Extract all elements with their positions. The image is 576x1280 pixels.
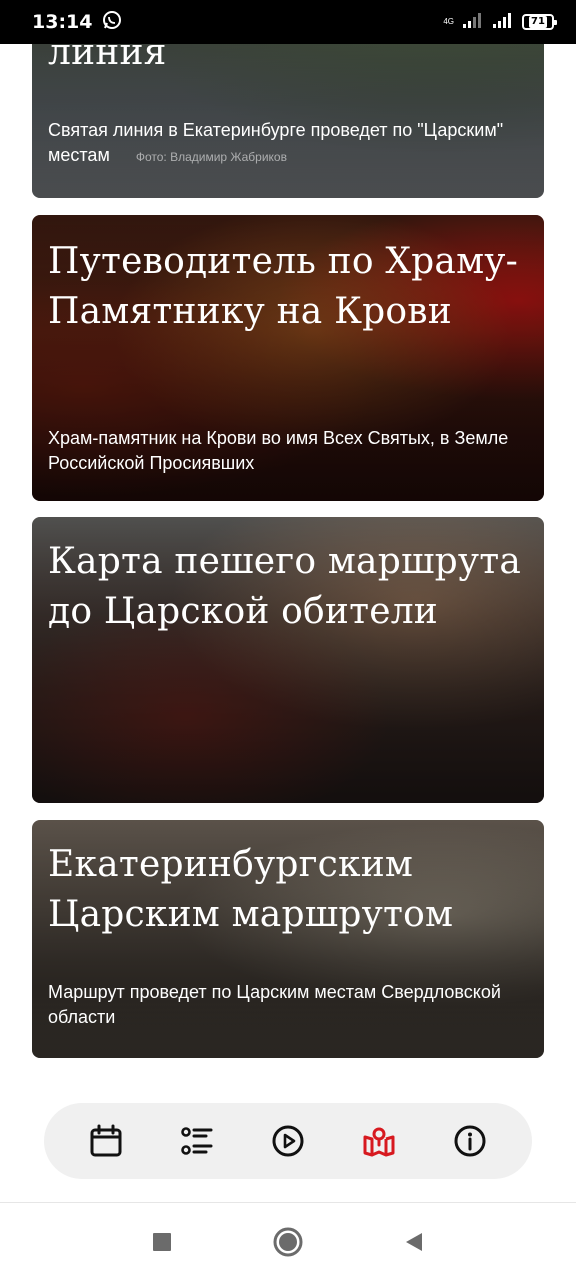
recent-apps-button[interactable] [145, 1225, 179, 1259]
recent-apps-icon [153, 1232, 171, 1251]
back-button[interactable] [397, 1225, 431, 1259]
nav-info[interactable] [442, 1113, 498, 1169]
card-subtitle: Святая линия в Екатеринбурге проведет по… [48, 118, 528, 170]
map-pin-icon [363, 1127, 395, 1157]
nav-list[interactable] [169, 1113, 225, 1169]
system-navigation-bar [0, 1202, 576, 1280]
status-bar: 13:14 4G 71 [0, 0, 576, 44]
battery-level: 71 [529, 16, 547, 28]
status-right: 4G 71 [443, 12, 557, 33]
nav-calendar[interactable] [78, 1113, 134, 1169]
signal-icon [492, 12, 514, 33]
battery-icon: 71 [522, 14, 557, 30]
calendar-icon [90, 1124, 122, 1157]
info-icon [454, 1125, 486, 1157]
status-left: 13:14 [32, 10, 122, 35]
article-card[interactable]: Карта пешего маршрута до Царской обители [32, 517, 544, 803]
home-icon [273, 1227, 303, 1256]
status-time: 13:14 [32, 11, 93, 33]
card-subtitle: Храм-памятник на Крови во имя Всех Святы… [48, 428, 509, 473]
article-card[interactable]: Екатеринбургским Царским маршрутом Маршр… [32, 820, 544, 1058]
whatsapp-icon [102, 10, 122, 35]
home-button[interactable] [271, 1225, 305, 1259]
article-card[interactable]: Путеводитель по Храму-Памятнику на Крови… [32, 215, 544, 501]
nav-video[interactable] [260, 1113, 316, 1169]
play-circle-icon [272, 1125, 304, 1157]
photo-credit: Фото: Владимир Жабриков [135, 150, 287, 164]
news-feed: линия Святая линия в Екатеринбурге прове… [0, 0, 576, 1090]
network-type: 4G [443, 17, 454, 26]
list-icon [180, 1127, 213, 1155]
card-title: Карта пешего маршрута до Царской обители [48, 541, 522, 632]
bottom-navigation [44, 1103, 532, 1179]
card-title: Екатеринбургским Царским маршрутом [48, 844, 454, 935]
nav-map[interactable] [351, 1113, 407, 1169]
signal-icon [462, 12, 484, 33]
card-subtitle: Маршрут проведет по Царским местам Сверд… [48, 982, 501, 1027]
card-title: Путеводитель по Храму-Памятнику на Крови [48, 241, 519, 332]
back-icon [406, 1232, 422, 1251]
